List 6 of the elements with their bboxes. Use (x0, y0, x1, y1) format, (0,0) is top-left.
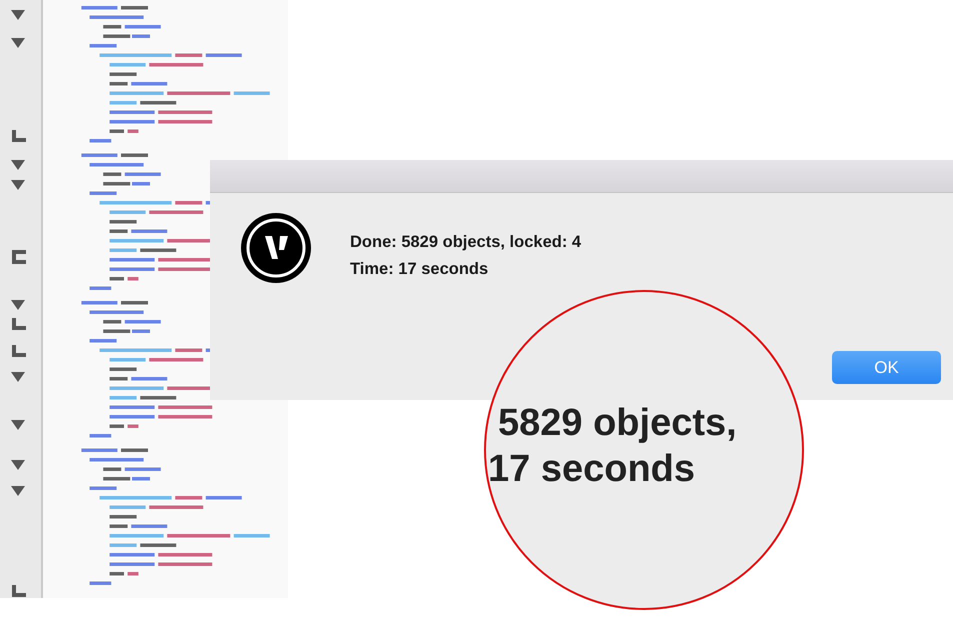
magnified-text: 17 seconds (487, 447, 696, 492)
dialog-message: Time: 17 seconds (350, 259, 490, 280)
ok-button[interactable]: OK (832, 351, 941, 384)
dialog-message: Done: 5829 objects, locked: 4 (350, 232, 582, 253)
magnified-text: 5829 objects, (497, 401, 737, 446)
v-logo-icon (240, 212, 312, 284)
